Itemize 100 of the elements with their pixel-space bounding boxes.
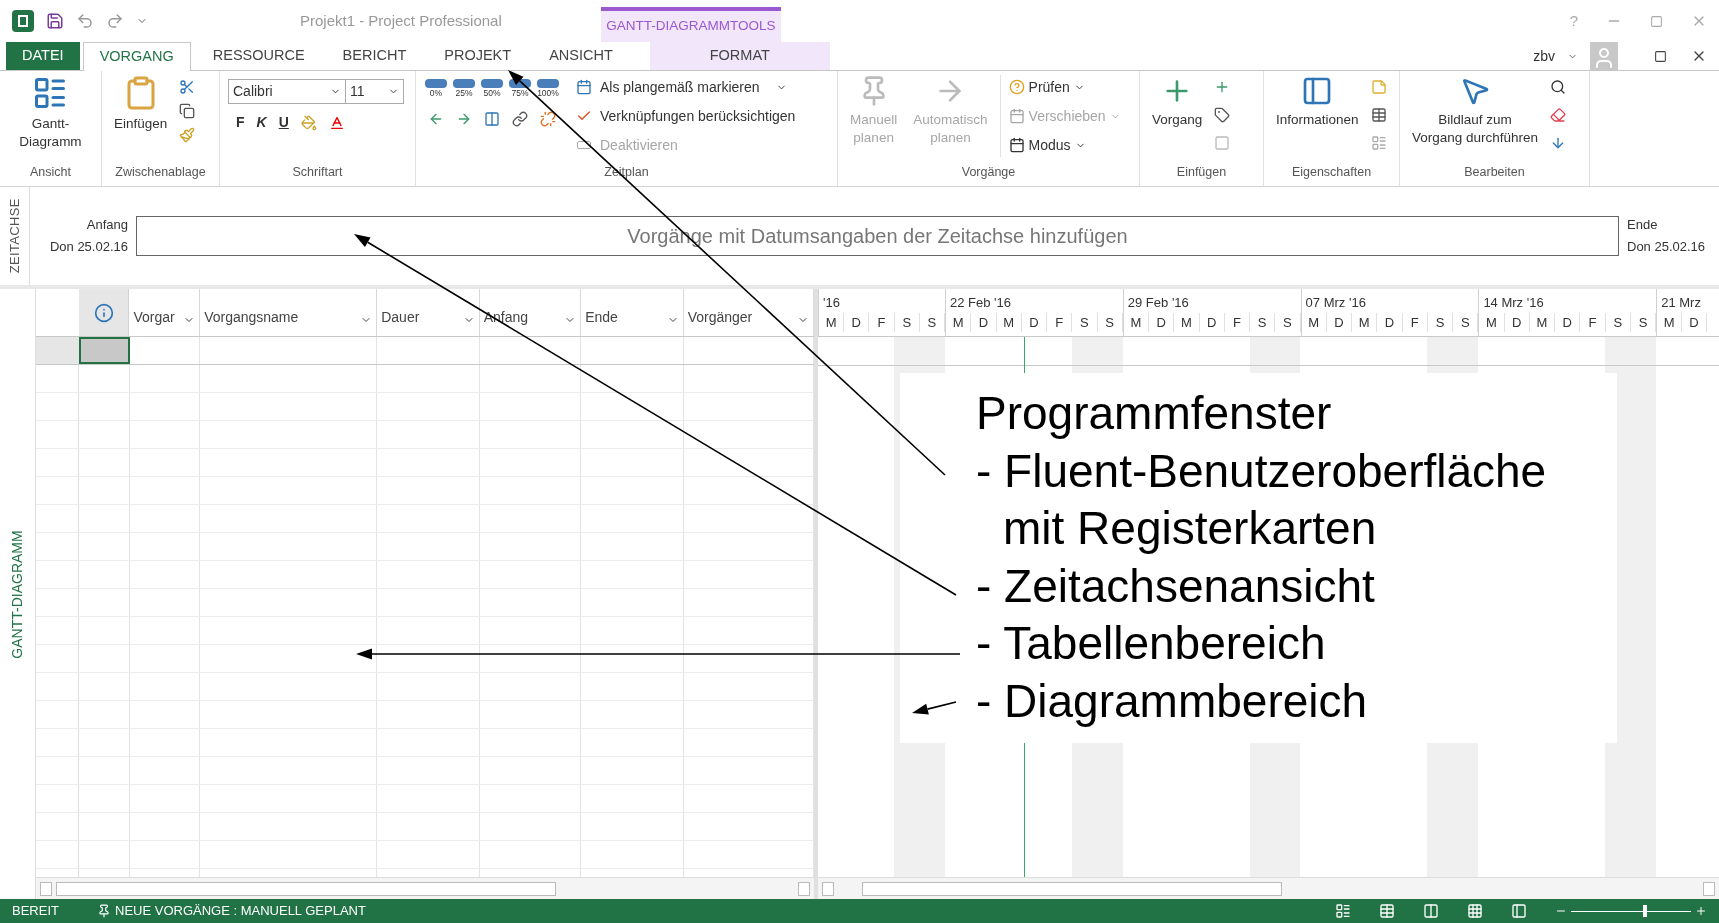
ribbon-group-label: Einfügen bbox=[1176, 164, 1227, 182]
zoom-thumb[interactable] bbox=[1643, 905, 1648, 917]
search-icon bbox=[1550, 79, 1567, 95]
day-label: S bbox=[1275, 312, 1301, 332]
day-label: D bbox=[1377, 312, 1403, 332]
status-text: BEREIT bbox=[12, 902, 60, 921]
save-icon[interactable] bbox=[46, 12, 64, 30]
italic-button[interactable]: K bbox=[256, 112, 267, 133]
day-label: D bbox=[1326, 312, 1353, 332]
ribbon-tab[interactable]: DATEI bbox=[6, 42, 80, 70]
ribbon-command[interactable]: Verknüpfungen berücksichtigen bbox=[576, 104, 796, 128]
ribbon-command[interactable]: Prüfen bbox=[1008, 75, 1121, 99]
day-label: S bbox=[894, 312, 920, 332]
end-date: Don 25.02.16 bbox=[1627, 238, 1707, 256]
column-header[interactable]: Ende bbox=[581, 289, 684, 336]
day-label: D bbox=[1504, 312, 1530, 332]
day-label: S bbox=[1630, 312, 1657, 332]
info-icon bbox=[93, 302, 114, 323]
day-label: M bbox=[1529, 312, 1556, 332]
start-label: Anfang bbox=[86, 216, 128, 234]
unlink-icon bbox=[540, 111, 556, 127]
ribbon-button[interactable]: Einfügen bbox=[110, 75, 172, 133]
day-label: S bbox=[1605, 312, 1631, 332]
column-header[interactable]: Vorgar bbox=[129, 289, 201, 336]
ribbon-button[interactable]: Informationen bbox=[1272, 75, 1363, 129]
font-family-field[interactable]: Calibri bbox=[228, 79, 346, 104]
annotation-text: - Diagrammbereich bbox=[976, 673, 1368, 729]
arrow bbox=[912, 701, 957, 715]
box-icon bbox=[1214, 135, 1231, 151]
ribbon-tab[interactable]: BERICHT bbox=[326, 42, 423, 70]
ribbon-command[interactable]: Als plangemäß markieren bbox=[576, 75, 796, 99]
percent-complete-button[interactable]: 0% bbox=[424, 79, 448, 99]
day-label: S bbox=[1097, 312, 1123, 332]
start-date: Don 25.02.16 bbox=[49, 238, 128, 256]
horizontal-scrollbar[interactable] bbox=[36, 877, 814, 899]
task-mode-text[interactable]: NEUE VORGÄNGE : MANUELL GEPLANT bbox=[115, 901, 366, 921]
day-label: M bbox=[819, 312, 845, 332]
day-label: M bbox=[1352, 312, 1378, 332]
day-label: D bbox=[1682, 312, 1707, 332]
ribbon-command[interactable]: Modus bbox=[1008, 133, 1121, 157]
ribbon-group-label: Ansicht bbox=[30, 164, 71, 182]
percent-complete-button[interactable]: 25% bbox=[452, 79, 476, 99]
calendar-icon bbox=[1008, 108, 1025, 124]
week-label: 29 Feb '16 bbox=[1126, 294, 1190, 312]
tag-icon bbox=[1214, 107, 1231, 123]
day-label: M bbox=[996, 312, 1022, 332]
context-tab-title: GANTT-DIAGRAMMTOOLS bbox=[606, 17, 776, 36]
column-header[interactable]: Dauer bbox=[377, 289, 480, 336]
column-header[interactable]: Vorgänger bbox=[683, 289, 814, 336]
arrow-left-icon bbox=[428, 111, 444, 127]
day-label: M bbox=[1479, 312, 1505, 332]
underline-button[interactable]: U bbox=[278, 112, 289, 133]
zoom-in-icon bbox=[1695, 905, 1707, 917]
font-color-icon bbox=[328, 114, 345, 131]
question-icon bbox=[1008, 79, 1025, 95]
day-label: F bbox=[869, 312, 895, 332]
day-label: D bbox=[1149, 312, 1175, 332]
timeline-side-label: ZEITACHSE bbox=[5, 198, 23, 274]
undo-icon[interactable] bbox=[76, 12, 94, 30]
redo-icon[interactable] bbox=[106, 12, 124, 30]
annotation-text: - Fluent-Benutzeroberfläche bbox=[976, 443, 1547, 499]
day-label: F bbox=[1402, 312, 1428, 332]
note-icon bbox=[1370, 79, 1387, 95]
column-header[interactable]: Vorgangsname bbox=[200, 289, 378, 336]
day-label: M bbox=[1657, 312, 1683, 332]
day-label: S bbox=[1250, 312, 1276, 332]
week-label: '16 bbox=[822, 294, 841, 312]
ribbon-tab[interactable]: VORGANG bbox=[82, 42, 191, 71]
copy-icon bbox=[179, 103, 196, 119]
day-label: S bbox=[1453, 312, 1479, 332]
restore-icon[interactable] bbox=[1654, 49, 1667, 63]
ribbon-button[interactable]: Gantt- Diagramm bbox=[15, 75, 86, 151]
zoom-slider[interactable] bbox=[1571, 904, 1691, 918]
ribbon-button[interactable]: Bildlauf zum Vorgang durchführen bbox=[1408, 75, 1543, 147]
day-label: D bbox=[1199, 312, 1225, 332]
ribbon-button[interactable]: Vorgang bbox=[1148, 75, 1207, 129]
annotation-text: - Zeitachsenansicht bbox=[976, 558, 1375, 614]
percent-complete-button[interactable]: 100% bbox=[536, 79, 560, 99]
ribbon-tab[interactable]: RESSOURCE bbox=[196, 42, 321, 70]
percent-complete-button[interactable]: 50% bbox=[480, 79, 504, 99]
day-label: D bbox=[844, 312, 870, 332]
ribbon-tab[interactable]: FORMAT bbox=[649, 42, 830, 70]
day-label: D bbox=[971, 312, 997, 332]
day-label: D bbox=[1555, 312, 1581, 332]
week-label: 14 Mrz '16 bbox=[1482, 294, 1545, 312]
window-title: Projekt1 - Project Professional bbox=[300, 10, 502, 31]
ribbon-group-label: Vorgänge bbox=[961, 164, 1016, 182]
link-icon bbox=[512, 111, 528, 127]
day-label: F bbox=[1224, 312, 1251, 332]
horizontal-scrollbar[interactable] bbox=[818, 877, 1719, 899]
ribbon-group-label: Bearbeiten bbox=[1464, 164, 1525, 182]
user-name[interactable]: zbv bbox=[1533, 45, 1555, 67]
ribbon-tab[interactable]: PROJEKT bbox=[428, 42, 528, 70]
font-size-field[interactable]: 11 bbox=[346, 79, 404, 104]
bold-button[interactable]: F bbox=[236, 112, 245, 133]
app-logo-icon bbox=[12, 10, 34, 32]
day-label: M bbox=[1301, 312, 1327, 332]
ribbon-tab[interactable]: ANSICHT bbox=[533, 42, 629, 70]
table-cell[interactable] bbox=[78, 337, 130, 364]
pin-icon bbox=[97, 904, 111, 918]
